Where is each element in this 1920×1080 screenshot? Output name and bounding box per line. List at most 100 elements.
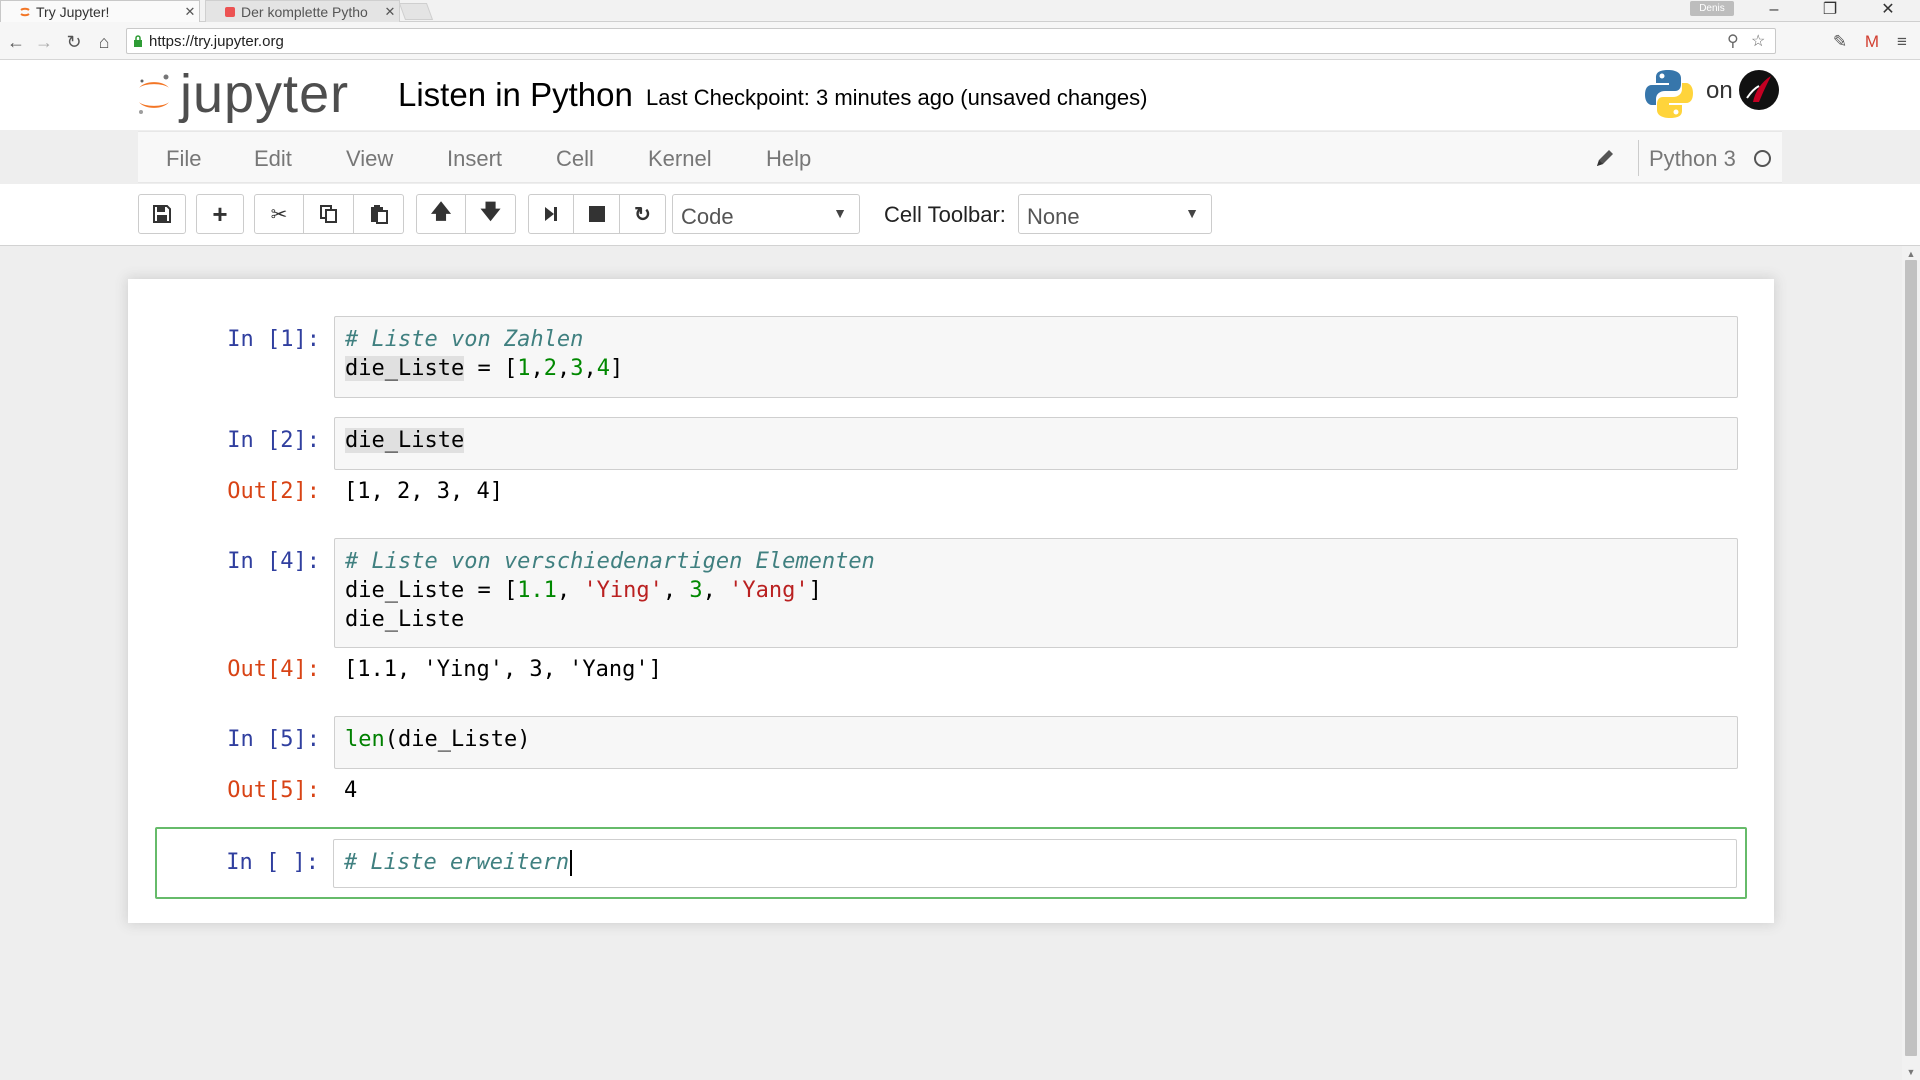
code-input[interactable]: die_Liste xyxy=(334,417,1738,470)
arrow-up-icon: 🡅 xyxy=(430,201,452,223)
back-icon[interactable]: ← xyxy=(4,30,28,54)
scroll-down-icon[interactable]: ▼ xyxy=(1902,1064,1920,1080)
code-variable: die_Liste xyxy=(345,428,465,453)
new-tab-button[interactable] xyxy=(398,3,434,20)
cell-type-select[interactable]: Code ▼ xyxy=(672,194,860,234)
move-up-button[interactable]: 🡅 xyxy=(416,194,466,234)
restore-icon[interactable]: ❐ xyxy=(1802,0,1858,22)
dropdown-arrow-icon: ▼ xyxy=(1185,205,1199,221)
lock-icon xyxy=(134,35,142,47)
url-field[interactable]: https://try.jupyter.org ⚲ ☆ xyxy=(126,28,1776,54)
restart-icon: ↻ xyxy=(634,203,651,226)
python-logo-icon xyxy=(1645,70,1693,118)
scrollbar-thumb[interactable] xyxy=(1905,260,1917,1056)
interrupt-button[interactable] xyxy=(574,194,620,234)
code-number: 3 xyxy=(570,356,584,381)
zoom-icon[interactable]: ⚲ xyxy=(1727,31,1739,51)
cut-button[interactable]: ✂ xyxy=(254,194,304,234)
code-input-editing[interactable]: # Liste erweitern xyxy=(333,839,1737,888)
close-window-icon[interactable]: ✕ xyxy=(1860,0,1916,22)
copy-button[interactable] xyxy=(304,194,354,234)
rackspace-logo-icon xyxy=(1739,70,1779,110)
tab-python-course[interactable]: Der komplette Pytho ✕ xyxy=(205,0,400,22)
reload-icon[interactable]: ↻ xyxy=(62,30,86,54)
minimize-icon[interactable]: – xyxy=(1746,0,1802,22)
gmail-icon[interactable]: M xyxy=(1860,30,1884,54)
copy-icon xyxy=(319,205,337,223)
code-variable: die_Liste xyxy=(345,356,465,381)
notebook-title[interactable]: Listen in Python xyxy=(398,76,633,114)
extension-icon[interactable]: ✎ xyxy=(1828,30,1852,54)
cell-type-value: Code xyxy=(681,204,734,229)
menu-kernel[interactable]: Kernel xyxy=(648,146,712,172)
notebook-header: jupyter Listen in Python Last Checkpoint… xyxy=(0,60,1920,130)
text-cursor xyxy=(570,850,573,876)
code-input[interactable]: # Liste von verschiedenartigen Elementen… xyxy=(334,538,1738,648)
code-variable: die_Liste xyxy=(345,607,465,632)
output-prompt: Out[4]: xyxy=(227,657,320,682)
code-input[interactable]: len(die_Liste) xyxy=(334,716,1738,769)
stop-icon xyxy=(588,206,605,222)
menu-cell[interactable]: Cell xyxy=(556,146,594,172)
code-assignment: die_Liste = [ xyxy=(345,578,518,603)
save-icon xyxy=(153,205,171,223)
restart-kernel-button[interactable]: ↻ xyxy=(620,194,666,234)
page-scrollbar[interactable]: ▲ ▼ xyxy=(1902,246,1920,1080)
code-cell[interactable]: In [4]: # Liste von verschiedenartigen E… xyxy=(158,538,1748,698)
home-icon[interactable]: ⌂ xyxy=(92,30,116,54)
code-comment: # Liste erweitern xyxy=(344,850,570,875)
browser-tabbar: Try Jupyter! ✕ Der komplette Pytho ✕ Den… xyxy=(0,0,1920,22)
plus-icon: + xyxy=(212,198,228,229)
cell-toolbar-label: Cell Toolbar: xyxy=(884,202,1006,227)
scissors-icon: ✂ xyxy=(270,203,288,226)
input-prompt: In [4]: xyxy=(227,549,320,574)
menu-file[interactable]: File xyxy=(166,146,201,172)
input-prompt: In [ ]: xyxy=(226,850,319,875)
url-text: https://try.jupyter.org xyxy=(149,33,284,50)
cell-output: [1.1, 'Ying', 3, 'Yang'] xyxy=(344,657,662,682)
code-cell[interactable]: In [5]: len(die_Liste) Out[5]: 4 xyxy=(158,716,1748,812)
menu-help[interactable]: Help xyxy=(766,146,811,172)
code-builtin: len xyxy=(345,727,385,752)
dropdown-arrow-icon: ▼ xyxy=(833,205,847,221)
insert-cell-button[interactable]: + xyxy=(196,194,244,234)
on-label: on xyxy=(1706,77,1733,104)
code-comment: # Liste von Zahlen xyxy=(345,327,584,352)
checkpoint-status: Last Checkpoint: 3 minutes ago (unsaved … xyxy=(646,85,1148,110)
menubar: File Edit View Insert Cell Kernel Help P… xyxy=(138,131,1782,183)
output-prompt: Out[2]: xyxy=(227,479,320,504)
code-number: 4 xyxy=(596,356,610,381)
menu-insert[interactable]: Insert xyxy=(447,146,502,172)
bookmark-star-icon[interactable]: ☆ xyxy=(1751,31,1765,51)
move-down-button[interactable]: 🡇 xyxy=(466,194,516,234)
code-cell[interactable]: In [2]: die_Liste Out[2]: [1, 2, 3, 4] xyxy=(158,417,1748,513)
paste-button[interactable] xyxy=(354,194,404,234)
menu-edit[interactable]: Edit xyxy=(254,146,292,172)
menu-view[interactable]: View xyxy=(346,146,393,172)
cell-toolbar-select[interactable]: None ▼ xyxy=(1018,194,1212,234)
cell-toolbar-value: None xyxy=(1027,204,1080,229)
profile-badge[interactable]: Denis xyxy=(1690,1,1734,16)
jupyter-favicon-icon xyxy=(20,7,30,16)
tab-close-icon[interactable]: ✕ xyxy=(181,4,199,20)
tab-try-jupyter[interactable]: Try Jupyter! ✕ xyxy=(0,0,200,22)
address-bar-row: ← → ↻ ⌂ https://try.jupyter.org ⚲ ☆ ✎ M … xyxy=(0,22,1920,60)
browser-menu-icon[interactable]: ≡ xyxy=(1890,30,1914,54)
tab-close-icon[interactable]: ✕ xyxy=(381,4,399,20)
forward-icon[interactable]: → xyxy=(32,30,56,54)
logo-text: jupyter xyxy=(180,64,350,124)
cell-output: [1, 2, 3, 4] xyxy=(344,479,503,504)
jupyter-logo[interactable]: jupyter xyxy=(136,64,349,124)
pencil-icon[interactable] xyxy=(1594,147,1616,169)
udemy-favicon-icon xyxy=(225,6,235,17)
code-number: 1.1 xyxy=(517,578,557,603)
code-input[interactable]: # Liste von Zahlen die_Liste = [1,2,3,4] xyxy=(334,316,1738,398)
code-comment: # Liste von verschiedenartigen Elementen xyxy=(345,549,875,574)
tab-title: Try Jupyter! xyxy=(36,3,110,20)
input-prompt: In [5]: xyxy=(227,727,320,752)
selected-code-cell[interactable]: In [ ]: # Liste erweitern xyxy=(155,827,1747,899)
save-button[interactable] xyxy=(138,194,186,234)
jupyter-logo-icon xyxy=(139,74,169,114)
run-cell-button[interactable] xyxy=(528,194,574,234)
code-cell[interactable]: In [1]: # Liste von Zahlen die_Liste = [… xyxy=(158,316,1748,398)
